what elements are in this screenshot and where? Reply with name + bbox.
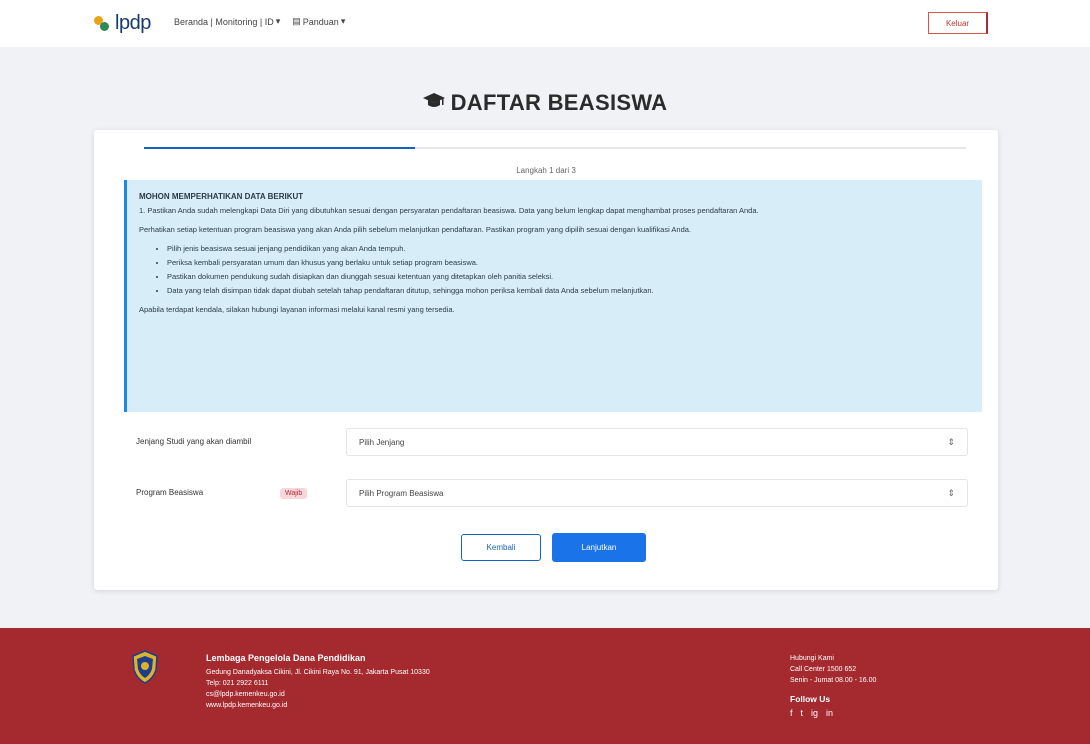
required-badge: Wajib <box>280 487 308 499</box>
instagram-icon[interactable]: ig <box>811 708 818 719</box>
select-value: Pilih Program Beasiswa <box>359 488 444 498</box>
lpdp-logo[interactable]: lpdp <box>94 12 151 34</box>
chevron-down-icon: ▾ <box>275 16 281 26</box>
nav-item-label: Panduan <box>302 16 339 27</box>
info-title: MOHON MEMPERHATIKAN DATA BERIKUT <box>139 192 304 201</box>
step-label: Langkah 1 dari 3 <box>516 166 576 175</box>
facebook-icon[interactable]: f <box>790 708 793 719</box>
contact-line: Call Center 1500 652 <box>790 666 857 673</box>
progress-fill <box>144 147 416 149</box>
ministry-emblem-icon <box>131 650 159 684</box>
footer-contact: Hubungi Kami Call Center 1500 652 Senin … <box>790 653 876 719</box>
info-paragraph: Perhatikan setiap ketentuan program beas… <box>139 225 692 234</box>
info-paragraph: Apabila terdapat kendala, silakan hubung… <box>139 305 455 314</box>
form-row-level: Jenjang Studi yang akan diambil Pilih Je… <box>136 428 976 456</box>
select-value: Pilih Jenjang <box>359 437 405 447</box>
contact-title: Hubungi Kami <box>790 655 834 662</box>
page-title-text: DAFTAR BEASISWA <box>450 90 668 115</box>
info-list-item: Pastikan dokumen pendukung sudah disiapk… <box>167 270 970 283</box>
book-icon: ▤ <box>292 16 301 26</box>
chevron-down-icon: ▾ <box>340 16 346 26</box>
graduation-cap-icon <box>422 90 445 116</box>
footer-org-name: Lembaga Pengelola Dana Pendidikan <box>206 653 366 663</box>
chevron-updown-icon: ⇕ <box>947 436 955 447</box>
twitter-icon[interactable]: t <box>801 708 804 719</box>
linkedin-icon[interactable]: in <box>826 708 833 719</box>
footer-info: Lembaga Pengelola Dana Pendidikan Gedung… <box>206 653 430 711</box>
page-title: DAFTAR BEASISWA <box>0 90 1090 116</box>
footer-address: Gedung Danadyaksa Cikini, Jl. Cikini Ray… <box>206 669 430 676</box>
info-paragraph: 1. Pastikan Anda sudah melengkapi Data D… <box>139 206 759 215</box>
progress-bar <box>144 147 966 149</box>
footer-website[interactable]: www.lpdp.kemenkeu.go.id <box>206 700 430 711</box>
info-list-item: Pilih jenis beasiswa sesuai jenjang pend… <box>167 242 970 255</box>
program-label: Program Beasiswa <box>136 488 204 497</box>
social-links: f t ig in <box>790 708 876 719</box>
contact-line: Senin - Jumat 08.00 - 16.00 <box>790 677 877 684</box>
back-button[interactable]: Kembali <box>461 534 541 561</box>
logo-text: lpdp <box>115 11 151 34</box>
footer: Lembaga Pengelola Dana Pendidikan Gedung… <box>0 628 1090 744</box>
info-list-item: Data yang telah disimpan tidak dapat diu… <box>167 284 970 297</box>
next-button[interactable]: Lanjutkan <box>552 533 646 562</box>
follow-title: Follow Us <box>790 694 831 704</box>
info-list-item: Periksa kembali persyaratan umum dan khu… <box>167 256 970 269</box>
logo-mark-icon <box>94 14 112 32</box>
info-list: Pilih jenis beasiswa sesuai jenjang pend… <box>167 242 970 297</box>
footer-email[interactable]: cs@lpdp.kemenkeu.go.id <box>206 689 430 700</box>
logout-button[interactable]: Keluar <box>928 12 988 34</box>
main-nav: Beranda | Monitoring | ID ▾ ▤ Panduan ▾ <box>174 16 345 27</box>
level-select[interactable]: Pilih Jenjang ⇕ <box>346 428 968 456</box>
chevron-updown-icon: ⇕ <box>947 487 955 498</box>
nav-item-guide[interactable]: ▤ Panduan ▾ <box>292 16 345 27</box>
form-row-program: Program Beasiswa Wajib Pilih Program Bea… <box>136 479 976 507</box>
nav-item-home[interactable]: Beranda | Monitoring | ID ▾ <box>174 16 280 27</box>
program-select[interactable]: Pilih Program Beasiswa ⇕ <box>346 479 968 507</box>
info-alert: MOHON MEMPERHATIKAN DATA BERIKUT 1. Past… <box>124 180 982 412</box>
level-label: Jenjang Studi yang akan diambil <box>136 437 252 446</box>
registration-card: Langkah 1 dari 3 MOHON MEMPERHATIKAN DAT… <box>94 130 998 590</box>
nav-item-label: Beranda | Monitoring | ID <box>174 16 274 27</box>
footer-phone: Telp: 021 2922 6111 <box>206 680 269 687</box>
top-navbar: lpdp Beranda | Monitoring | ID ▾ ▤ Pandu… <box>0 0 1090 47</box>
